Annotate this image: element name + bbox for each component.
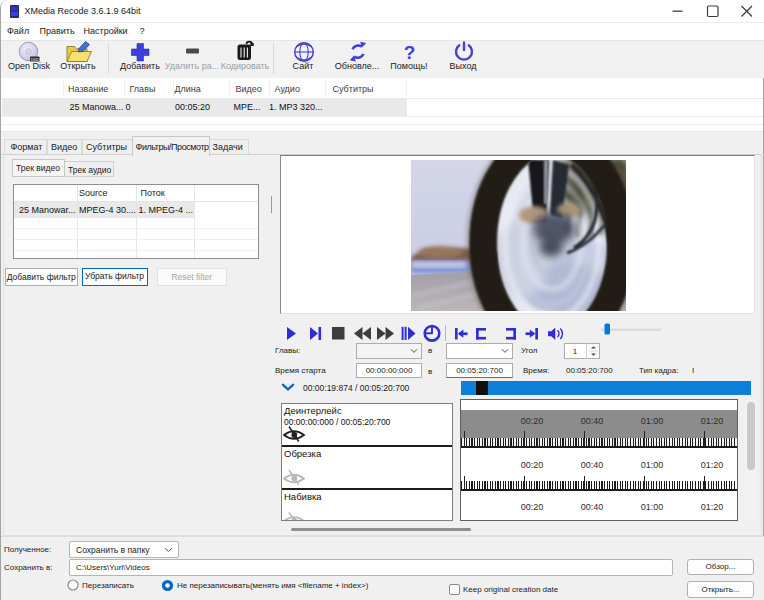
svg-text:?: ? xyxy=(404,42,416,63)
